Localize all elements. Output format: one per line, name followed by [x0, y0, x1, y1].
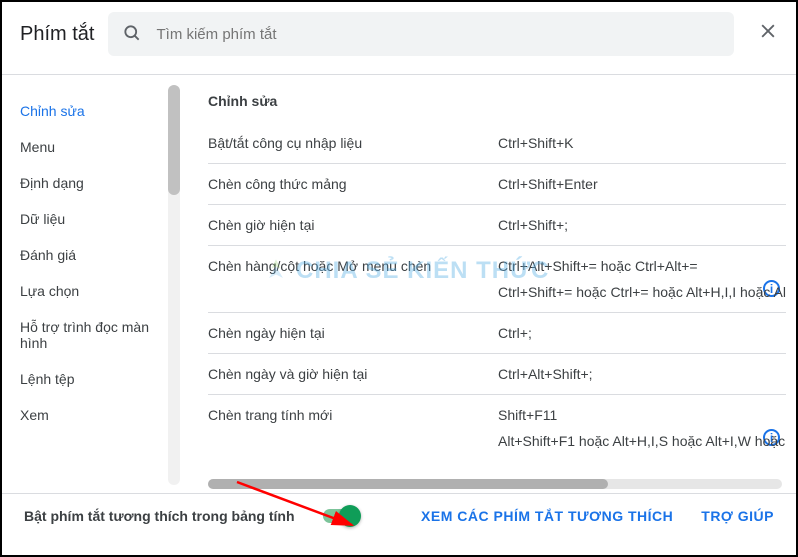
- shortcut-value: Shift+F11 Alt+Shift+F1 hoặc Alt+H,I,S ho…: [498, 407, 786, 449]
- view-compatible-button[interactable]: XEM CÁC PHÍM TẮT TƯƠNG THÍCH: [421, 508, 673, 524]
- body: Chỉnh sửa Menu Định dạng Dữ liệu Đánh gi…: [2, 75, 796, 493]
- sidebar-item-chinh-sua[interactable]: Chỉnh sửa: [20, 93, 180, 129]
- shortcut-label: Chèn hàng/cột hoặc Mở menu chèn: [208, 258, 498, 300]
- shortcut-value: Ctrl+Shift+;: [498, 217, 786, 233]
- sidebar-item-lenh-tep[interactable]: Lệnh tệp: [20, 361, 180, 397]
- shortcut-label: Chèn ngày hiện tại: [208, 325, 498, 341]
- compatible-toggle[interactable]: [323, 509, 359, 523]
- search-box[interactable]: [108, 12, 734, 56]
- section-title: Chỉnh sửa: [208, 93, 786, 109]
- sidebar-item-lua-chon[interactable]: Lựa chọn: [20, 273, 180, 309]
- page-title: Phím tắt: [20, 23, 94, 46]
- shortcut-row: Chèn ngày và giờ hiện tại Ctrl+Alt+Shift…: [208, 354, 786, 395]
- shortcut-value: Ctrl+Shift+K: [498, 135, 786, 151]
- sidebar-item-danh-gia[interactable]: Đánh giá: [20, 237, 180, 273]
- shortcut-label: Chèn giờ hiện tại: [208, 217, 498, 233]
- horizontal-scrollbar[interactable]: [208, 479, 782, 489]
- shortcut-row: Chèn công thức mảng Ctrl+Shift+Enter: [208, 164, 786, 205]
- sidebar-item-ho-tro[interactable]: Hỗ trợ trình đọc màn hình: [20, 309, 180, 361]
- shortcut-label: Chèn ngày và giờ hiện tại: [208, 366, 498, 382]
- search-input[interactable]: [156, 26, 720, 43]
- shortcut-row: Chèn ngày hiện tại Ctrl+;: [208, 313, 786, 354]
- shortcut-label: Chèn trang tính mới: [208, 407, 498, 449]
- close-icon[interactable]: [758, 21, 778, 47]
- shortcut-row: Chèn hàng/cột hoặc Mở menu chèn Ctrl+Alt…: [208, 246, 786, 313]
- shortcut-row: Bật/tắt công cụ nhập liệu Ctrl+Shift+K: [208, 123, 786, 164]
- sidebar-item-xem[interactable]: Xem: [20, 397, 180, 433]
- shortcut-value: Ctrl+;: [498, 325, 786, 341]
- footer: Bật phím tắt tương thích trong bảng tính…: [2, 493, 796, 538]
- content: Chỉnh sửa Bật/tắt công cụ nhập liệu Ctrl…: [180, 75, 796, 493]
- sidebar-item-menu[interactable]: Menu: [20, 129, 180, 165]
- sidebar-item-du-lieu[interactable]: Dữ liệu: [20, 201, 180, 237]
- shortcut-row: Chèn trang tính mới Shift+F11 Alt+Shift+…: [208, 395, 786, 461]
- sidebar-item-dinh-dang[interactable]: Định dạng: [20, 165, 180, 201]
- shortcut-value: Ctrl+Alt+Shift+= hoặc Ctrl+Alt+= Ctrl+Sh…: [498, 258, 786, 300]
- shortcut-row: Chèn giờ hiện tại Ctrl+Shift+;: [208, 205, 786, 246]
- shortcut-value: Ctrl+Shift+Enter: [498, 176, 786, 192]
- sidebar-scrollbar[interactable]: [168, 85, 180, 485]
- search-icon: [122, 23, 142, 46]
- help-button[interactable]: TRỢ GIÚP: [701, 508, 774, 524]
- shortcut-label: Bật/tắt công cụ nhập liệu: [208, 135, 498, 151]
- sidebar: Chỉnh sửa Menu Định dạng Dữ liệu Đánh gi…: [2, 75, 180, 493]
- shortcut-value: Ctrl+Alt+Shift+;: [498, 366, 786, 382]
- shortcut-label: Chèn công thức mảng: [208, 176, 498, 192]
- toggle-label: Bật phím tắt tương thích trong bảng tính: [24, 508, 295, 524]
- header: Phím tắt: [2, 2, 796, 66]
